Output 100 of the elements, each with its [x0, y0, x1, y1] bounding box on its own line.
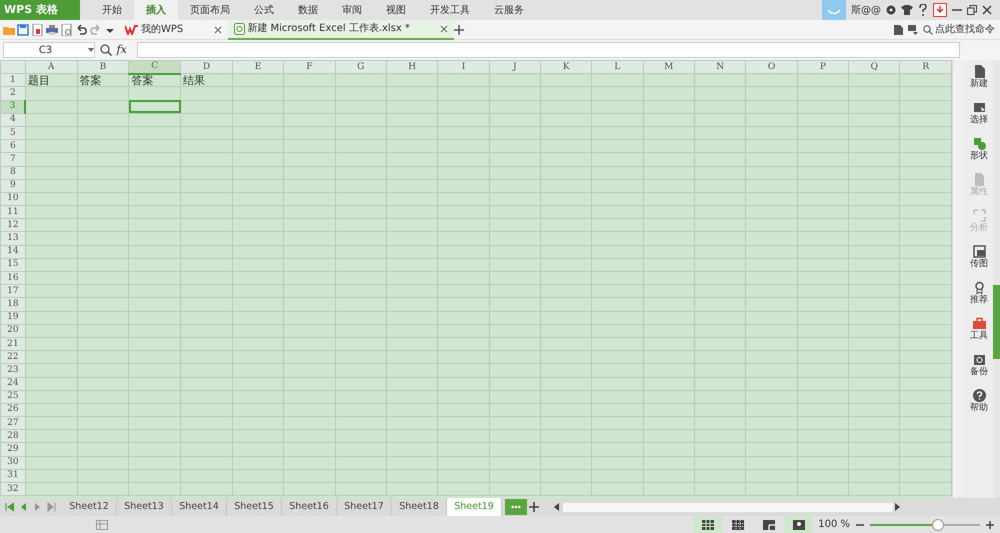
- close-icon[interactable]: [440, 24, 448, 32]
- zoom-icon[interactable]: [100, 44, 112, 56]
- horizontal-scrollbar[interactable]: [562, 502, 892, 512]
- column-header[interactable]: Q: [848, 60, 900, 74]
- row-header[interactable]: 29: [0, 442, 26, 456]
- menu-tab[interactable]: 视图: [374, 0, 418, 20]
- row-header[interactable]: 7: [0, 152, 26, 166]
- row-header[interactable]: 32: [0, 482, 26, 496]
- column-header[interactable]: N: [694, 60, 746, 74]
- row-header[interactable]: 27: [0, 416, 26, 430]
- menu-tab[interactable]: 审阅: [330, 0, 374, 20]
- column-header[interactable]: J: [489, 60, 540, 74]
- column-header[interactable]: L: [592, 60, 644, 74]
- side-panel-button[interactable]: 推荐: [965, 278, 993, 314]
- more-sheets-button[interactable]: [504, 499, 526, 515]
- menu-tab[interactable]: 页面布局: [178, 0, 242, 20]
- row-header[interactable]: 8: [0, 166, 26, 180]
- close-icon[interactable]: [982, 5, 992, 15]
- row-header[interactable]: 26: [0, 403, 26, 417]
- function-button[interactable]: fx: [116, 42, 127, 58]
- document-tab[interactable]: 新建 Microsoft Excel 工作表.xlsx *: [228, 20, 454, 40]
- row-header[interactable]: 15: [0, 258, 26, 272]
- row-header[interactable]: 23: [0, 364, 26, 377]
- column-header[interactable]: D: [180, 60, 232, 74]
- column-header[interactable]: O: [746, 60, 798, 74]
- side-panel-button[interactable]: 选择: [965, 98, 993, 134]
- add-tab-icon[interactable]: [454, 24, 464, 34]
- view-button[interactable]: [785, 516, 814, 533]
- row-header[interactable]: 2: [0, 86, 26, 100]
- side-panel-button[interactable]: 传图: [965, 242, 993, 278]
- selected-cell[interactable]: [128, 100, 181, 114]
- row-header[interactable]: 31: [0, 469, 26, 482]
- row-header[interactable]: 9: [0, 179, 26, 192]
- scroll-right-icon[interactable]: [895, 503, 901, 511]
- row-header[interactable]: 6: [0, 140, 26, 153]
- row-header[interactable]: 21: [0, 337, 26, 351]
- row-header[interactable]: 16: [0, 272, 26, 285]
- row-header[interactable]: 30: [0, 456, 26, 470]
- name-box[interactable]: C3: [2, 42, 94, 58]
- flag-icon[interactable]: [908, 24, 918, 34]
- sheet-tab[interactable]: Sheet19: [447, 498, 502, 516]
- formula-field[interactable]: [136, 42, 960, 58]
- print-icon[interactable]: [46, 24, 58, 36]
- help-icon[interactable]: [918, 4, 928, 16]
- row-header[interactable]: 25: [0, 390, 26, 404]
- menu-tab[interactable]: 云服务: [482, 0, 536, 20]
- row-header[interactable]: 18: [0, 298, 26, 312]
- column-header[interactable]: M: [643, 60, 694, 74]
- column-header[interactable]: B: [77, 60, 129, 74]
- row-header[interactable]: 20: [0, 324, 26, 338]
- add-sheet-icon[interactable]: [529, 502, 539, 512]
- column-header[interactable]: P: [797, 60, 849, 74]
- side-panel-button[interactable]: 备份: [965, 350, 993, 386]
- row-header[interactable]: 22: [0, 350, 26, 364]
- column-header[interactable]: I: [438, 60, 490, 74]
- column-header[interactable]: H: [386, 60, 438, 74]
- gear-icon[interactable]: [886, 5, 896, 15]
- row-header[interactable]: 28: [0, 430, 26, 443]
- row-header[interactable]: 4: [0, 113, 26, 126]
- menu-tab[interactable]: 公式: [242, 0, 286, 20]
- row-header[interactable]: 12: [0, 218, 26, 232]
- undo-icon[interactable]: [75, 24, 87, 36]
- row-header[interactable]: 24: [0, 377, 26, 390]
- slider-thumb[interactable]: [932, 518, 944, 530]
- vertical-scrollbar[interactable]: [952, 60, 965, 498]
- row-header[interactable]: 10: [0, 192, 26, 206]
- user-name[interactable]: 斯@@: [851, 2, 881, 18]
- scroll-left-icon[interactable]: [554, 503, 560, 511]
- column-header[interactable]: A: [25, 60, 78, 74]
- restore-icon[interactable]: [967, 5, 977, 15]
- menu-tab[interactable]: 开始: [90, 0, 134, 20]
- shirt-icon[interactable]: [901, 5, 913, 15]
- side-panel-button[interactable]: 帮助: [965, 386, 993, 422]
- column-header[interactable]: R: [900, 60, 952, 74]
- menu-tab[interactable]: 开发工具: [418, 0, 482, 20]
- save-icon[interactable]: [17, 24, 29, 36]
- app-menu-button[interactable]: WPS 表格: [0, 0, 80, 20]
- panel-handle[interactable]: [993, 285, 1000, 359]
- column-header[interactable]: F: [284, 60, 336, 74]
- menu-tab[interactable]: 插入: [134, 0, 178, 20]
- command-search-field[interactable]: 点此查找命令: [922, 22, 995, 37]
- row-header[interactable]: 13: [0, 232, 26, 246]
- menu-tab[interactable]: 数据: [286, 0, 330, 20]
- row-header[interactable]: 17: [0, 284, 26, 298]
- side-panel-button[interactable]: 新建: [965, 62, 993, 98]
- row-header[interactable]: 1: [0, 74, 26, 87]
- zoom-in-icon[interactable]: [986, 520, 994, 528]
- document-tab[interactable]: 我的WPS: [118, 20, 228, 40]
- download-icon[interactable]: [933, 3, 947, 17]
- pdf-icon[interactable]: [32, 24, 44, 36]
- close-icon[interactable]: [214, 26, 222, 34]
- side-panel-button[interactable]: 形状: [965, 134, 993, 170]
- column-header[interactable]: E: [232, 60, 284, 74]
- document-icon[interactable]: [894, 24, 902, 34]
- row-header[interactable]: 19: [0, 311, 26, 324]
- row-header[interactable]: 5: [0, 126, 26, 140]
- column-header[interactable]: G: [335, 60, 386, 74]
- row-header[interactable]: 14: [0, 245, 26, 258]
- column-header[interactable]: K: [540, 60, 592, 74]
- view-button[interactable]: [694, 516, 722, 533]
